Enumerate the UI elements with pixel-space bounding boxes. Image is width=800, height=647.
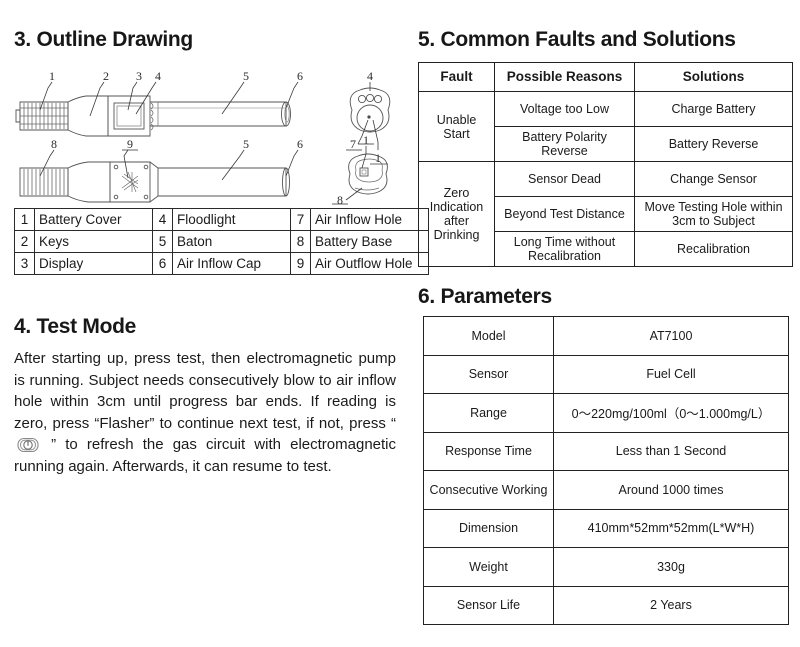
parameter-value: 0～220mg/100ml（0～1.000mg/L） <box>553 393 789 433</box>
test-mode-text-part2: ” to refresh the gas circuit with electr… <box>14 436 396 475</box>
fault-reason: Beyond Test Distance <box>494 196 635 232</box>
fault-reason: Voltage too Low <box>494 91 635 127</box>
svg-text:4: 4 <box>367 69 373 83</box>
part-number: 7 <box>290 208 311 231</box>
table-row: 1 Battery Cover 4 Floodlight 7 Air Inflo… <box>14 208 429 231</box>
fault-reason: Long Time without Recalibration <box>494 231 635 267</box>
svg-text:8: 8 <box>51 137 57 151</box>
parameter-name: Sensor <box>423 354 554 394</box>
parameter-value: Less than 1 Second <box>553 431 789 471</box>
part-label: Keys <box>34 230 153 253</box>
table-row: Model AT7100 <box>423 316 789 356</box>
power-button-icon <box>15 437 41 453</box>
parameter-name: Weight <box>423 547 554 587</box>
table-row: Response Time Less than 1 Second <box>423 431 789 471</box>
part-number: 5 <box>152 230 173 253</box>
part-label: Battery Cover <box>34 208 153 231</box>
parameters-table: Model AT7100 Sensor Fuel Cell Range 0～22… <box>423 316 789 625</box>
column-header-solutions: Solutions <box>634 62 793 92</box>
svg-text:9: 9 <box>127 137 133 151</box>
table-row: Unable Start Voltage too Low Charge Batt… <box>418 91 793 162</box>
table-row: Dimension 410mm*52mm*52mm(L*W*H) <box>423 508 789 548</box>
svg-text:5: 5 <box>243 69 249 83</box>
part-label: Air Inflow Cap <box>172 252 291 275</box>
svg-text:4: 4 <box>155 69 161 83</box>
table-row: Sensor Fuel Cell <box>423 354 789 394</box>
fault-solution: Change Sensor <box>634 161 793 197</box>
parameter-value: 330g <box>553 547 789 587</box>
parameter-value: Fuel Cell <box>553 354 789 394</box>
parameter-name: Dimension <box>423 508 554 548</box>
parameter-name: Sensor Life <box>423 585 554 625</box>
svg-text:1: 1 <box>363 133 369 147</box>
fault-reason: Sensor Dead <box>494 161 635 197</box>
outline-drawing: 1 2 3 4 5 6 4 7 1 8 9 5 6 1 8 <box>10 58 402 206</box>
right-column: 5. Common Faults and Solutions Fault Pos… <box>410 0 800 647</box>
parameter-name: Consecutive Working <box>423 470 554 510</box>
parameter-value: Around 1000 times <box>553 470 789 510</box>
part-number: 3 <box>14 252 35 275</box>
svg-text:6: 6 <box>297 69 303 83</box>
svg-text:1: 1 <box>375 151 381 165</box>
table-row: Weight 330g <box>423 547 789 587</box>
parameter-name: Model <box>423 316 554 356</box>
fault-solution: Move Testing Hole within 3cm to Subject <box>634 196 793 232</box>
common-faults-table: Fault Possible Reasons Solutions Unable … <box>418 62 793 267</box>
table-row: 2 Keys 5 Baton 8 Battery Base <box>14 230 429 253</box>
fault-solution: Charge Battery <box>634 91 793 127</box>
section-title-test-mode: 4. Test Mode <box>14 315 137 338</box>
parameter-value: AT7100 <box>553 316 789 356</box>
svg-text:2: 2 <box>103 69 109 83</box>
fault-name: Unable Start <box>418 91 495 162</box>
parameter-name: Response Time <box>423 431 554 471</box>
svg-text:5: 5 <box>243 137 249 151</box>
column-header-fault: Fault <box>418 62 495 92</box>
svg-text:3: 3 <box>136 69 142 83</box>
part-number: 9 <box>290 252 311 275</box>
table-row: Sensor Life 2 Years <box>423 585 789 625</box>
parameter-value: 410mm*52mm*52mm(L*W*H) <box>553 508 789 548</box>
part-label: Floodlight <box>172 208 291 231</box>
left-column: 3. Outline Drawing 1 2 3 4 5 6 4 7 1 8 9… <box>0 0 429 647</box>
section-title-common-faults: 5. Common Faults and Solutions <box>418 28 736 51</box>
svg-text:6: 6 <box>297 137 303 151</box>
section-title-outline-drawing: 3. Outline Drawing <box>14 28 193 51</box>
table-row: Zero Indication after Drinking Sensor De… <box>418 161 793 267</box>
test-mode-paragraph: After starting up, press test, then elec… <box>14 348 396 477</box>
table-row: Consecutive Working Around 1000 times <box>423 470 789 510</box>
table-row: 3 Display 6 Air Inflow Cap 9 Air Outflow… <box>14 252 429 275</box>
part-number: 8 <box>290 230 311 253</box>
manual-page: 3. Outline Drawing 1 2 3 4 5 6 4 7 1 8 9… <box>0 0 800 647</box>
fault-solution: Recalibration <box>634 231 793 267</box>
svg-text:1: 1 <box>49 69 55 83</box>
part-number: 4 <box>152 208 173 231</box>
part-number: 6 <box>152 252 173 275</box>
table-header-row: Fault Possible Reasons Solutions <box>418 62 793 92</box>
test-mode-text-part1: After starting up, press test, then elec… <box>14 350 396 432</box>
fault-name: Zero Indication after Drinking <box>418 161 495 267</box>
table-row: Range 0～220mg/100ml（0～1.000mg/L） <box>423 393 789 433</box>
parameter-name: Range <box>423 393 554 433</box>
fault-solution: Battery Reverse <box>634 126 793 162</box>
device-diagram-svg: 1 2 3 4 5 6 4 7 1 8 9 5 6 1 8 <box>15 69 391 206</box>
parts-legend-table: 1 Battery Cover 4 Floodlight 7 Air Inflo… <box>14 208 429 275</box>
part-label: Baton <box>172 230 291 253</box>
column-header-possible-reasons: Possible Reasons <box>494 62 635 92</box>
part-number: 1 <box>14 208 35 231</box>
section-title-parameters: 6. Parameters <box>418 285 552 308</box>
part-label: Display <box>34 252 153 275</box>
part-number: 2 <box>14 230 35 253</box>
svg-text:7: 7 <box>350 137 356 151</box>
parameter-value: 2 Years <box>553 585 789 625</box>
fault-reason: Battery Polarity Reverse <box>494 126 635 162</box>
